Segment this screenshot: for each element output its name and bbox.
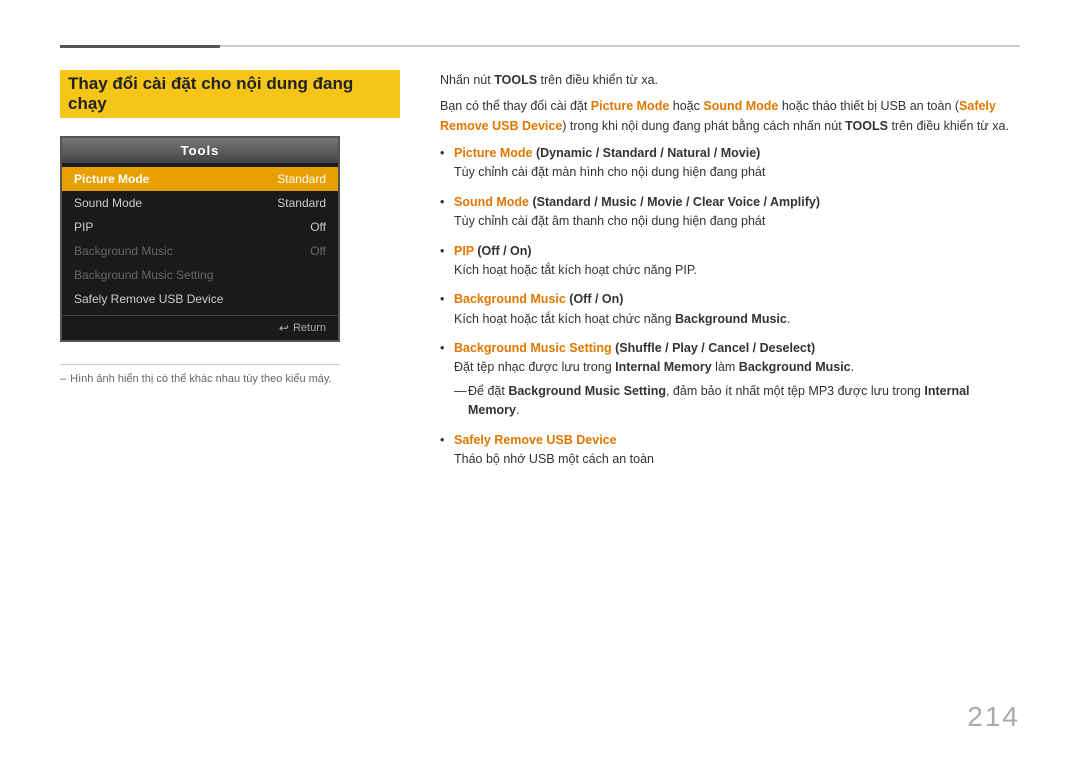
bullet-heading-orange: Background Music Setting <box>454 341 612 355</box>
bullet-list: Picture Mode (Dynamic / Standard / Natur… <box>440 144 1020 469</box>
bullet-heading-rest: (Off / On) <box>566 292 624 306</box>
menu-item-label: Picture Mode <box>74 172 149 186</box>
menu-item-label: Background Music <box>74 244 173 258</box>
bullet-heading-orange: Sound Mode <box>454 195 529 209</box>
menu-item-value: Standard <box>277 172 326 186</box>
note-body: Để đặt Background Music Setting, đảm bảo… <box>468 384 970 417</box>
tools-keyword2: TOOLS <box>845 119 888 133</box>
bullet-body: Kích hoạt hoặc tắt kích hoạt chức năng P… <box>454 263 697 277</box>
background-music-ref: Background Music <box>739 360 851 374</box>
caption-dash: – <box>60 373 66 385</box>
note-setting-ref: Background Music Setting <box>508 384 666 398</box>
menu-item-label: Sound Mode <box>74 196 142 210</box>
page-container: Thay đổi cài đặt cho nội dung đang chạy … <box>0 0 1080 763</box>
tools-keyword: TOOLS <box>494 73 537 87</box>
menu-item-label: Background Music Setting <box>74 268 213 282</box>
bullet-heading-rest: (Shuffle / Play / Cancel / Deselect) <box>612 341 816 355</box>
return-label: Return <box>293 322 326 334</box>
bullet-picture-mode: Picture Mode (Dynamic / Standard / Natur… <box>440 144 1020 183</box>
bullet-body: Tháo bộ nhớ USB một cách an toàn <box>454 452 654 466</box>
picture-mode-ref: Picture Mode <box>591 99 670 113</box>
tv-menu-title: Tools <box>62 138 338 163</box>
menu-item-value: Off <box>310 244 326 258</box>
tv-menu-return[interactable]: ↩ Return <box>62 315 338 340</box>
menu-item-picture-mode[interactable]: Picture Mode Standard <box>62 167 338 191</box>
bullet-body: Kích hoạt hoặc tắt kích hoạt chức năng B… <box>454 312 790 326</box>
internal-memory-ref: Internal Memory <box>615 360 712 374</box>
menu-item-label: Safely Remove USB Device <box>74 292 223 306</box>
intro-line1: Nhấn nút TOOLS trên điều khiển từ xa. <box>440 70 1020 90</box>
content-area: Thay đổi cài đặt cho nội dung đang chạy … <box>60 70 1020 479</box>
menu-item-value: Standard <box>277 196 326 210</box>
bullet-body: Tùy chỉnh cài đặt màn hình cho nội dung … <box>454 165 765 179</box>
menu-item-label: PIP <box>74 220 93 234</box>
sound-mode-ref: Sound Mode <box>703 99 778 113</box>
caption-text: –Hình ảnh hiển thị có thể khác nhau tùy … <box>60 364 340 385</box>
note-item: Để đặt Background Music Setting, đảm bảo… <box>454 382 1020 421</box>
tv-menu-items: Picture Mode Standard Sound Mode Standar… <box>62 163 338 315</box>
return-arrow-icon: ↩ <box>279 321 289 335</box>
menu-item-safely-remove[interactable]: Safely Remove USB Device <box>62 287 338 311</box>
tv-menu-box: Tools Picture Mode Standard Sound Mode S… <box>60 136 340 342</box>
bullet-heading-rest: (Dynamic / Standard / Natural / Movie) <box>533 146 761 160</box>
intro-line2: Bạn có thể thay đổi cài đặt Picture Mode… <box>440 96 1020 136</box>
bullet-heading-orange: Safely Remove USB Device <box>454 433 617 447</box>
top-border-accent <box>60 45 220 48</box>
menu-item-sound-mode[interactable]: Sound Mode Standard <box>62 191 338 215</box>
section-title: Thay đổi cài đặt cho nội dung đang chạy <box>60 70 400 118</box>
bullet-body: Tùy chỉnh cài đặt âm thanh cho nội dung … <box>454 214 765 228</box>
bullet-sound-mode: Sound Mode (Standard / Music / Movie / C… <box>440 193 1020 232</box>
bullet-heading-rest: (Off / On) <box>474 244 532 258</box>
right-column: Nhấn nút TOOLS trên điều khiển từ xa. Bạ… <box>440 70 1020 479</box>
menu-item-background-music[interactable]: Background Music Off <box>62 239 338 263</box>
caption-body: Hình ảnh hiển thị có thể khác nhau tùy t… <box>70 373 332 385</box>
left-column: Thay đổi cài đặt cho nội dung đang chạy … <box>60 70 400 479</box>
menu-item-value: Off <box>310 220 326 234</box>
bullet-heading-orange: Background Music <box>454 292 566 306</box>
bullet-pip: PIP (Off / On) Kích hoạt hoặc tắt kích h… <box>440 242 1020 281</box>
bullet-safely-remove: Safely Remove USB Device Tháo bộ nhớ USB… <box>440 431 1020 470</box>
menu-item-pip[interactable]: PIP Off <box>62 215 338 239</box>
bullet-heading-orange: PIP <box>454 244 474 258</box>
bullet-background-music-setting: Background Music Setting (Shuffle / Play… <box>440 339 1020 421</box>
menu-item-background-music-setting[interactable]: Background Music Setting <box>62 263 338 287</box>
page-number: 214 <box>967 701 1020 733</box>
bullet-heading-rest: (Standard / Music / Movie / Clear Voice … <box>529 195 820 209</box>
bullet-heading-orange: Picture Mode <box>454 146 533 160</box>
bullet-background-music: Background Music (Off / On) Kích hoạt ho… <box>440 290 1020 329</box>
bullet-body: Đặt tệp nhạc được lưu trong Internal Mem… <box>454 360 854 374</box>
bg-music-inline: Background Music <box>675 312 787 326</box>
